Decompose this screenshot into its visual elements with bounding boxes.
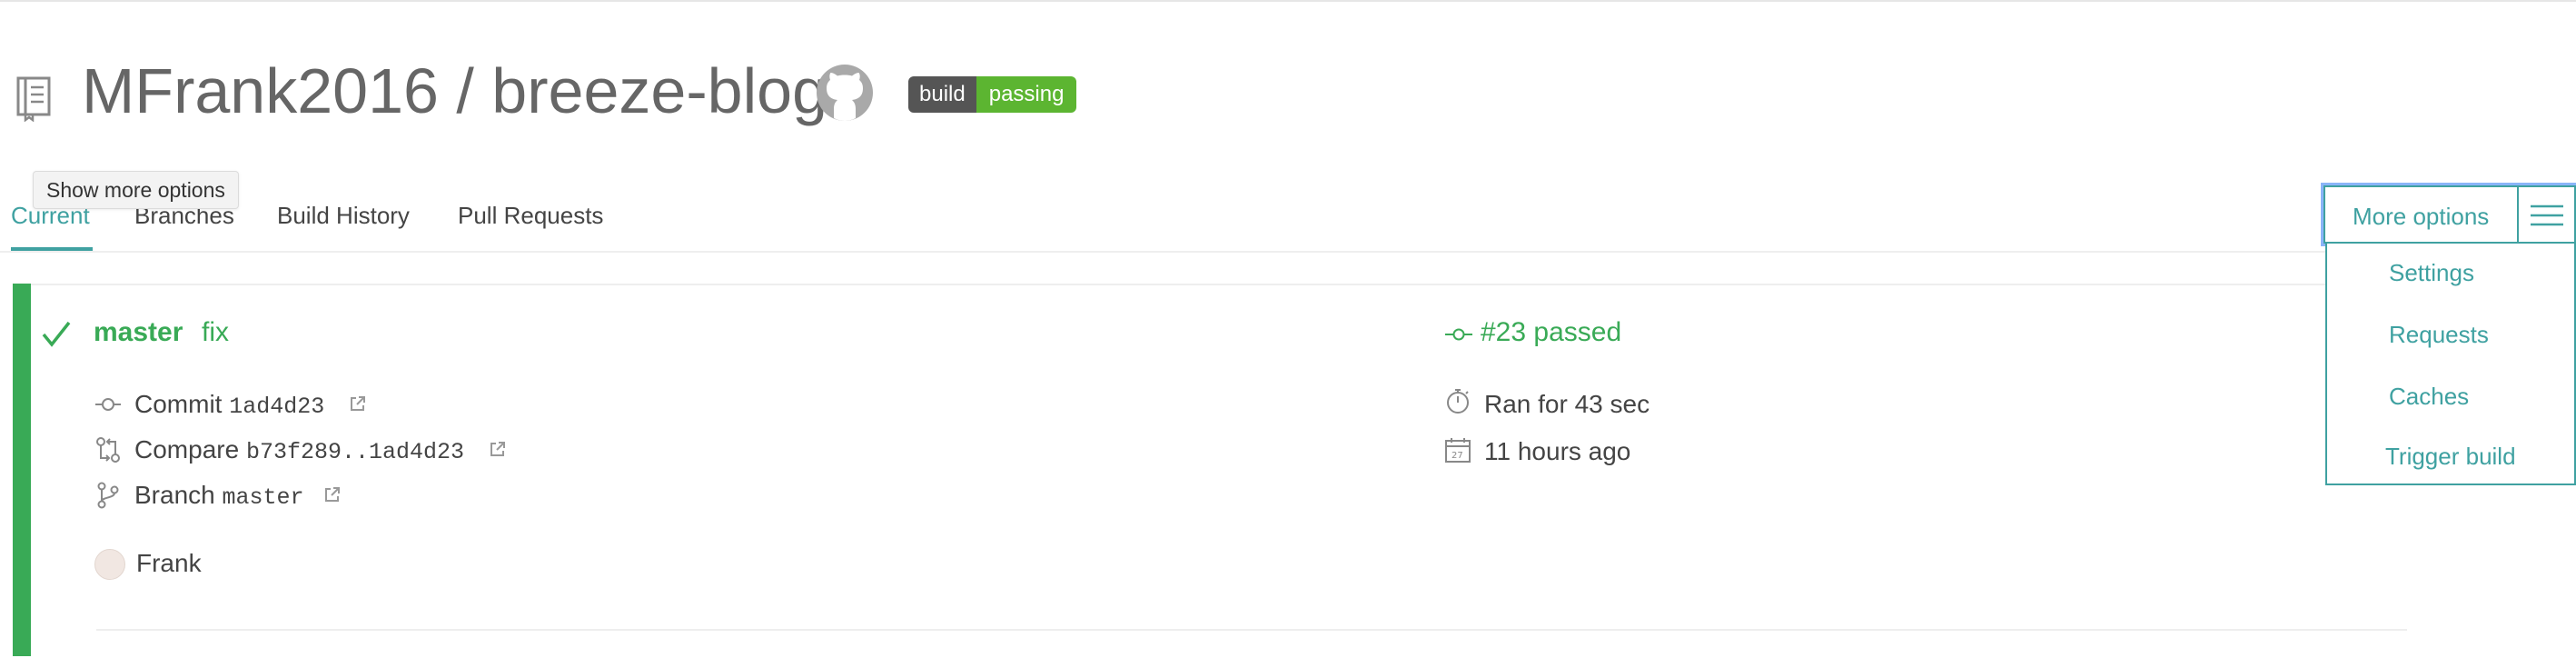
stopwatch-icon [1447,389,1469,414]
tab-build-history[interactable]: Build History [277,202,410,230]
compare-range[interactable]: b73f289..1ad4d23 [246,439,464,465]
compare-row[interactable]: Compare b73f289..1ad4d23 [134,432,464,471]
branch-label: Branch [134,481,215,509]
menu-item-requests[interactable]: Requests [2389,316,2489,353]
commit-message[interactable]: fix [202,313,229,353]
calendar-icon: 27 [1445,438,1471,463]
tabs-divider [0,251,2576,253]
commit-sha[interactable]: 1ad4d23 [229,394,324,420]
compare-icon [96,437,120,463]
panel-divider [96,629,2407,631]
external-link-icon[interactable] [349,394,367,413]
check-icon [42,321,71,347]
hamburger-menu-icon[interactable] [2531,204,2563,227]
branch-row[interactable]: Branch master [134,477,304,516]
top-border [0,0,2576,2]
svg-text:27: 27 [1451,451,1463,461]
external-link-icon[interactable] [489,440,507,458]
tab-pull-requests[interactable]: Pull Requests [458,202,603,230]
more-options-label[interactable]: More options [2353,198,2489,234]
avatar [94,549,125,580]
more-options-separator [2517,187,2519,242]
repo-title[interactable]: MFrank2016 / breeze-blog [82,47,827,135]
build-finished-time: 11 hours ago [1484,437,1631,465]
repo-book-icon [16,76,51,122]
tooltip: Show more options [33,171,239,209]
commit-label: Commit [134,390,223,418]
commit-row[interactable]: Commit 1ad4d23 [134,386,324,425]
build-number-status[interactable]: #23 passed [1481,313,1621,353]
branch-icon [97,482,119,509]
github-icon[interactable] [816,64,874,122]
branch-value[interactable]: master [223,484,304,511]
build-status-badge: build passing [908,76,1077,113]
build-branch-link[interactable]: master [94,313,183,353]
compare-label: Compare [134,435,240,464]
build-duration: Ran for 43 sec [1484,390,1650,418]
commit-icon [95,398,121,411]
badge-status: passing [976,76,1077,113]
menu-item-caches[interactable]: Caches [2389,378,2469,414]
menu-item-trigger-build[interactable]: Trigger build [2385,438,2516,474]
commit-icon [1445,328,1472,341]
current-build-panel [13,284,2576,658]
badge-label: build [908,76,976,113]
commit-author: Frank [136,549,202,577]
menu-item-settings[interactable]: Settings [2389,254,2474,291]
external-link-icon[interactable] [323,485,342,503]
build-status-bar [13,284,31,656]
